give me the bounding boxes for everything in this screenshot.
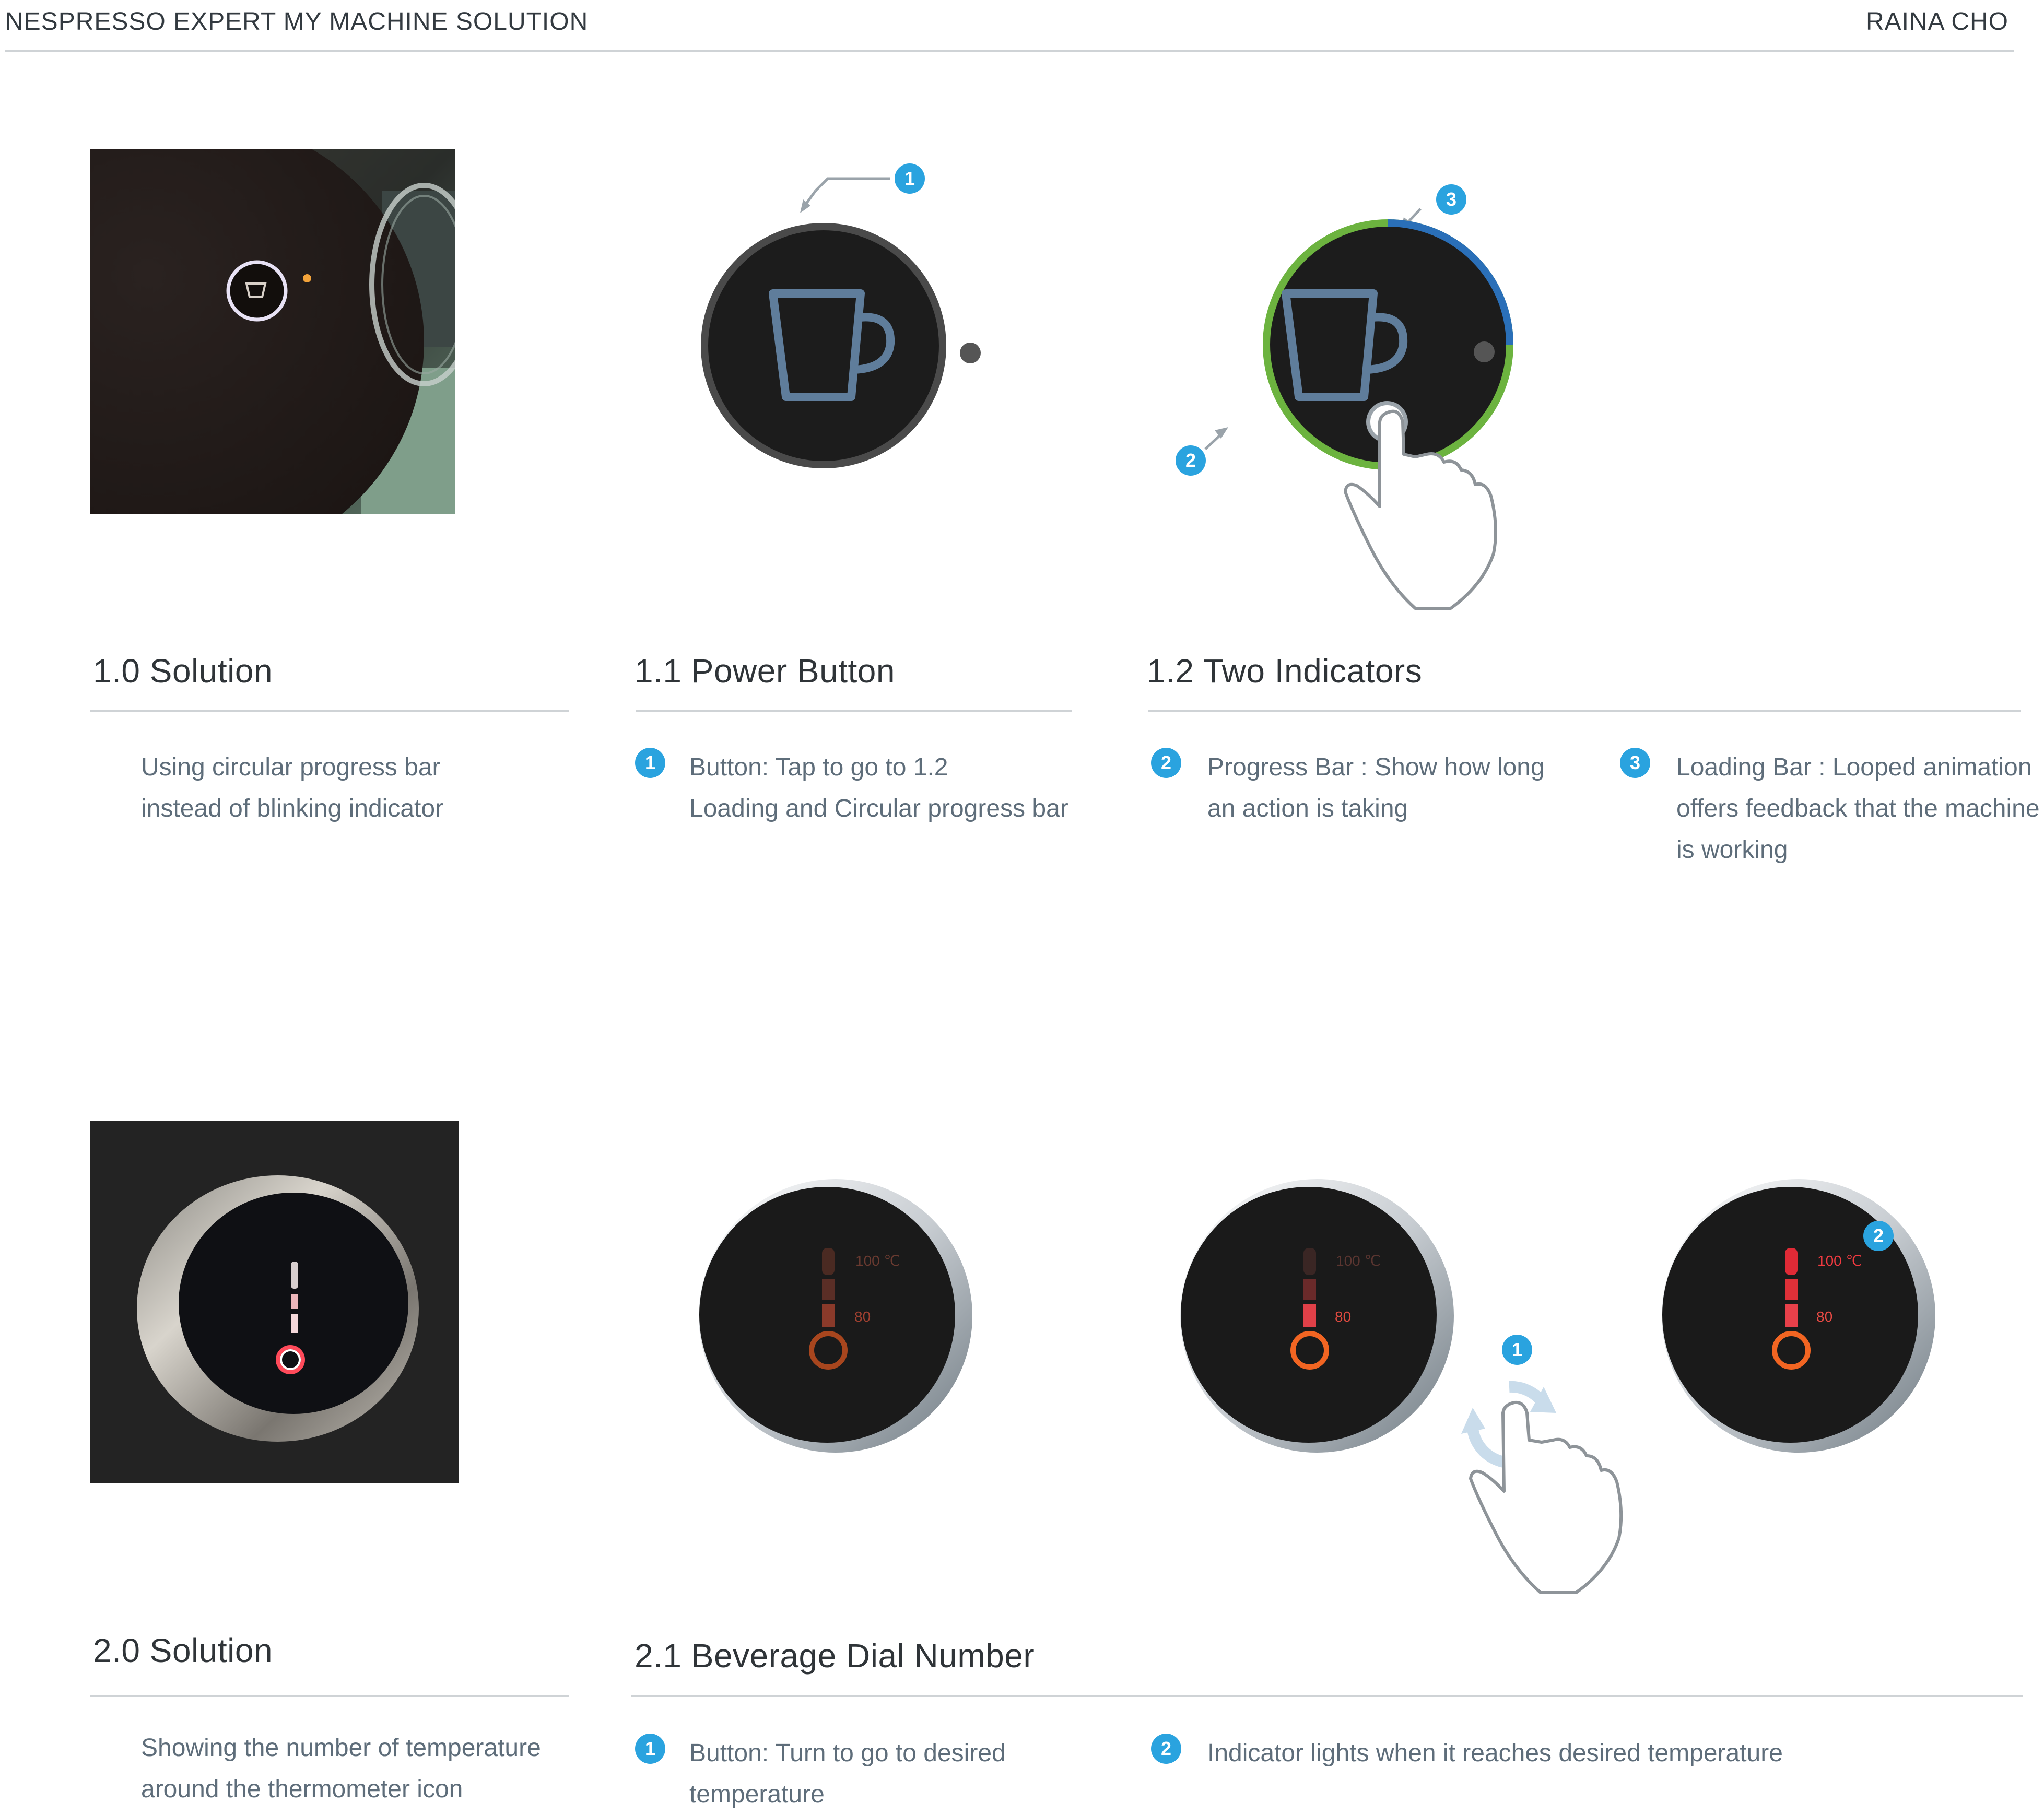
section-title-2-1: 2.1 Beverage Dial Number bbox=[635, 1637, 1035, 1675]
turn-gesture: 1 bbox=[1452, 1335, 1629, 1596]
dial-figure-2: 100 ℃ 80 bbox=[1176, 1170, 1469, 1462]
dial-3-bottom-label: 80 bbox=[1816, 1309, 1833, 1325]
section-title-1-1: 1.1 Power Button bbox=[635, 652, 895, 690]
desc-line: Using circular progress bar bbox=[141, 753, 441, 781]
power-button-figure: 1 bbox=[679, 151, 1044, 491]
desc-line: offers feedback that the machine bbox=[1676, 795, 2040, 822]
desc-badge-2: 2 bbox=[1151, 748, 1181, 778]
desc-line: around the thermometer icon bbox=[141, 1775, 463, 1803]
dial-3-top-label: 100 ℃ bbox=[1817, 1253, 1862, 1269]
dial-figure-3: 100 ℃ 80 2 bbox=[1658, 1170, 1950, 1462]
two-indicators-figure: 3 2 bbox=[1170, 172, 1535, 621]
machine-top-photo bbox=[90, 149, 455, 514]
desc-line: Button: Turn to go to desired bbox=[689, 1739, 1006, 1767]
section-title-1-0: 1.0 Solution bbox=[93, 652, 273, 690]
dial-2-top-label: 100 ℃ bbox=[1336, 1253, 1381, 1269]
desc-badge-2-2: 2 bbox=[1151, 1734, 1181, 1764]
figure-badge-1: 1 bbox=[895, 163, 925, 194]
desc-badge-2-1: 1 bbox=[635, 1734, 665, 1764]
section-title-1-2: 1.2 Two Indicators bbox=[1147, 652, 1423, 690]
desc-line: Progress Bar : Show how long bbox=[1207, 753, 1545, 781]
dial-figure-1: 100 ℃ 80 bbox=[695, 1170, 987, 1462]
header-author: RAINA CHO bbox=[1865, 8, 2008, 36]
desc-badge-3: 3 bbox=[1620, 748, 1650, 778]
figure-badge-2: 2 bbox=[1176, 445, 1206, 476]
solution-2-description: Showing the number of temperature around… bbox=[141, 1727, 611, 1810]
section-divider-2-0 bbox=[90, 1695, 569, 1697]
header-title: NESPRESSO EXPERT MY MACHINE SOLUTION bbox=[5, 8, 589, 36]
dial-figure-badge-2: 2 bbox=[1863, 1221, 1894, 1251]
indicator-lights-description: Indicator lights when it reaches desired… bbox=[1207, 1732, 1991, 1774]
dial-turn-description: Button: Turn to go to desired temperatur… bbox=[689, 1732, 1086, 1815]
dial-photo bbox=[90, 1121, 459, 1483]
section-divider-1-1 bbox=[636, 710, 1072, 712]
desc-line: Button: Tap to go to 1.2 bbox=[689, 753, 948, 781]
solution-1-description: Using circular progress bar instead of b… bbox=[141, 747, 559, 829]
section-title-2-0: 2.0 Solution bbox=[93, 1632, 273, 1669]
desc-line: an action is taking bbox=[1207, 795, 1408, 822]
power-button-description: Button: Tap to go to 1.2 Loading and Cir… bbox=[689, 747, 1076, 829]
desc-line: Loading Bar : Looped animation bbox=[1676, 753, 2032, 781]
dial-1-bottom-label: 80 bbox=[854, 1309, 871, 1325]
dial-2-bottom-label: 80 bbox=[1335, 1309, 1352, 1325]
section-divider-2-1 bbox=[631, 1695, 2023, 1697]
desc-line: Loading and Circular progress bar bbox=[689, 795, 1068, 822]
desc-line: Indicator lights when it reaches desired… bbox=[1207, 1739, 1783, 1767]
figure-badge-3: 3 bbox=[1436, 184, 1466, 215]
header-divider bbox=[5, 50, 2014, 52]
section-divider-1-2 bbox=[1148, 710, 2021, 712]
loading-bar-description: Loading Bar : Looped animation offers fe… bbox=[1676, 747, 2044, 870]
desc-line: temperature bbox=[689, 1781, 825, 1808]
desc-line: is working bbox=[1676, 836, 1788, 864]
desc-line: instead of blinking indicator bbox=[141, 795, 444, 822]
desc-line: Showing the number of temperature bbox=[141, 1734, 541, 1762]
dial-figure-badge-1: 1 bbox=[1502, 1335, 1532, 1365]
dial-1-top-label: 100 ℃ bbox=[855, 1253, 900, 1269]
section-divider-1-0 bbox=[90, 710, 569, 712]
progress-bar-description: Progress Bar : Show how long an action i… bbox=[1207, 747, 1625, 829]
desc-badge-1: 1 bbox=[635, 748, 665, 778]
